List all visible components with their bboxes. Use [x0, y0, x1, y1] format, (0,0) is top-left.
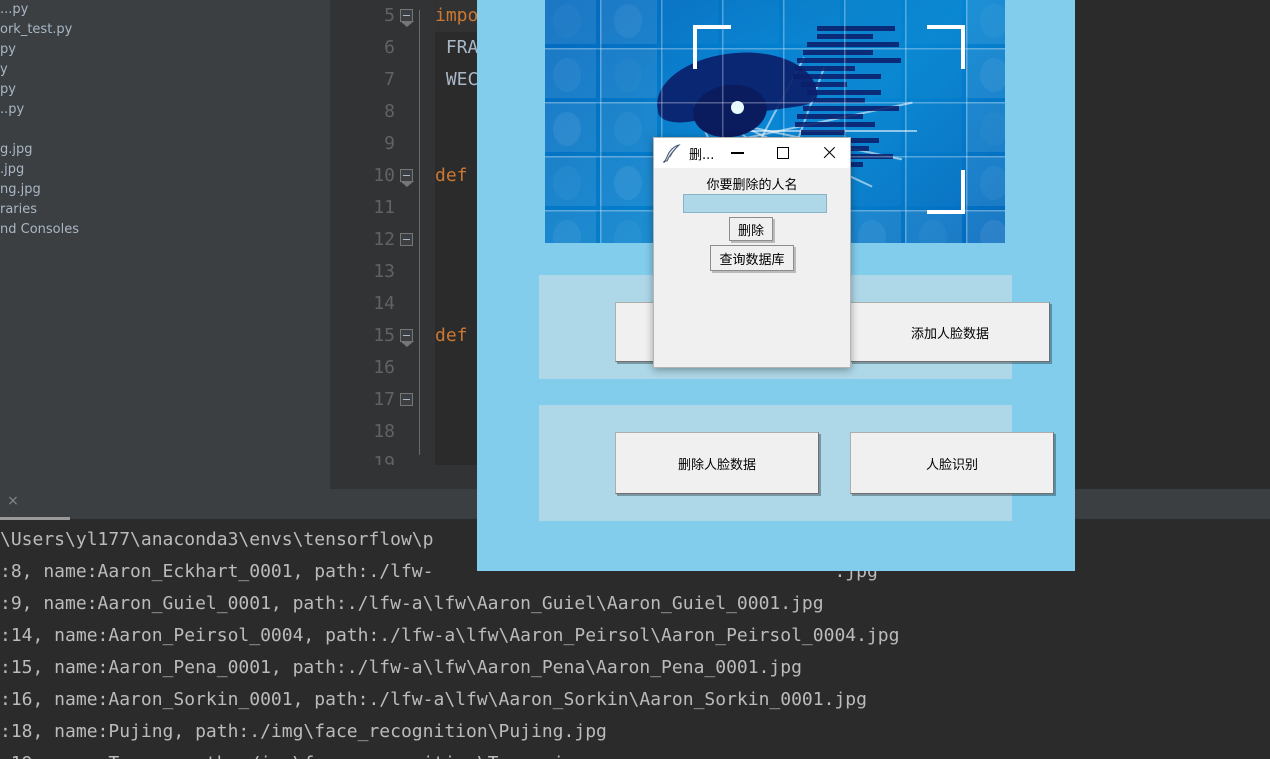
console-line: :15, name:Aaron_Pena_0001, path:./lfw-a\…: [0, 657, 802, 678]
minimize-button[interactable]: [714, 138, 760, 168]
person-name-input[interactable]: [683, 194, 827, 213]
fold-toggle-icon[interactable]: [400, 329, 414, 347]
delete-face-data-button[interactable]: 删除人脸数据: [615, 432, 819, 494]
tree-item[interactable]: ng.jpg: [0, 180, 330, 200]
tree-item[interactable]: py: [0, 40, 330, 60]
project-sidebar[interactable]: ...py ork_test.py py y py ..py g.jpg .jpg ng.jpg…: [0, 0, 330, 489]
maximize-icon: [777, 147, 790, 159]
dialog-window-controls[interactable]: [714, 138, 852, 168]
fold-toggle-icon[interactable]: [400, 9, 414, 27]
console-line: :9, name:Aaron_Guiel_0001, path:./lfw-a\…: [0, 593, 824, 614]
fold-toggle-icon[interactable]: [400, 169, 414, 187]
line-number: 18: [373, 421, 395, 442]
line-number: 11: [373, 197, 395, 218]
close-button[interactable]: [806, 138, 852, 168]
line-number: 17: [373, 389, 395, 410]
tree-item[interactable]: py: [0, 80, 330, 100]
feather-icon: [662, 143, 684, 163]
fold-toggle-icon[interactable]: [400, 233, 413, 246]
close-icon: [822, 146, 836, 160]
line-number: 10: [373, 165, 395, 186]
dialog-delete-button[interactable]: 删除: [729, 217, 773, 241]
line-number: 6: [384, 37, 395, 58]
line-number: 14: [373, 293, 395, 314]
line-number: 9: [384, 133, 395, 154]
tree-item[interactable]: raries: [0, 200, 330, 220]
fold-toggle-icon[interactable]: [400, 393, 413, 406]
project-tree[interactable]: ...py ork_test.py py y py ..py g.jpg .jpg ng.jpg…: [0, 0, 330, 240]
tree-item[interactable]: nd Consoles: [0, 220, 330, 240]
face-recognition-button[interactable]: 人脸识别: [850, 432, 1054, 494]
delete-person-dialog[interactable]: 删... 你要删除的人名 删除 查询数据库: [653, 137, 851, 368]
tree-item[interactable]: g.jpg: [0, 140, 330, 160]
line-number: 13: [373, 261, 395, 282]
close-icon[interactable]: ×: [5, 493, 21, 509]
dialog-titlebar[interactable]: 删...: [654, 138, 850, 168]
fold-guide-line: [419, 10, 420, 455]
minimize-icon: [730, 152, 744, 154]
bottom-button-panel: 删除人脸数据 人脸识别: [539, 405, 1054, 521]
line-number: 7: [384, 69, 395, 90]
tree-item[interactable]: .jpg: [0, 160, 330, 180]
dialog-prompt-label: 你要删除的人名: [706, 178, 798, 193]
tree-item[interactable]: ork_test.py: [0, 20, 330, 40]
tree-item[interactable]: [0, 120, 330, 140]
console-line: :18, name:Pujing, path:./img\face_recogn…: [0, 721, 607, 742]
maximize-button[interactable]: [760, 138, 806, 168]
line-number: 5: [384, 5, 395, 26]
tree-item[interactable]: y: [0, 60, 330, 80]
line-number: 15: [373, 325, 395, 346]
console-line: :14, name:Aaron_Peirsol_0004, path:./lfw…: [0, 625, 900, 646]
dialog-title: 删...: [689, 147, 715, 163]
line-number: 8: [384, 101, 395, 122]
line-number: 16: [373, 357, 395, 378]
dialog-query-database-button[interactable]: 查询数据库: [710, 245, 794, 271]
tree-item[interactable]: ..py: [0, 100, 330, 120]
line-number: 12: [373, 229, 395, 250]
console-line: :19, name:Trump, path:./img\face_recogni…: [0, 748, 1270, 759]
console-line: :16, name:Aaron_Sorkin_0001, path:./lfw-…: [0, 689, 867, 710]
add-face-data-button[interactable]: 添加人脸数据: [850, 302, 1050, 362]
tree-item[interactable]: ...py: [0, 0, 330, 20]
